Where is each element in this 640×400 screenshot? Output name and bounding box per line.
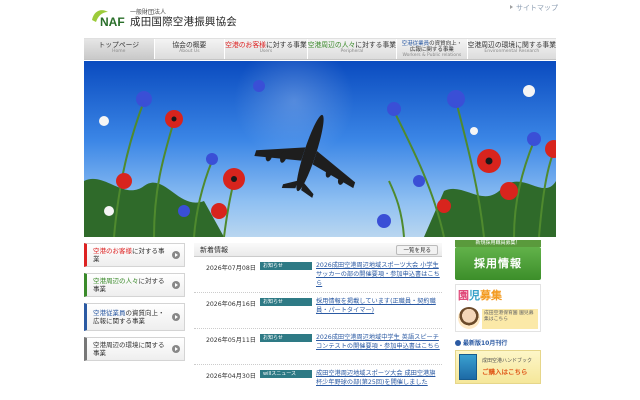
side-menu: 空港のお客様に対する事業 空港周辺の人々に対する事業 空港従業員の資質向上・広報…	[84, 243, 185, 367]
nursery-heading-b: 児	[469, 289, 480, 302]
hero-image	[84, 61, 556, 237]
news-title: 新着情報	[200, 246, 228, 254]
news-link[interactable]: 採用情報を掲載しています(正職員・契約職員・パートタイマー)	[316, 297, 440, 315]
nav-peripheral[interactable]: 空港周辺の人々に対する事業 Peripheral	[308, 39, 398, 59]
news-item: 2026年07月08日 お知らせ 2026成田空港周辺地域スポーツ大会 小学生サ…	[194, 257, 442, 293]
news-section: 新着情報 一覧を見る 2026年07月08日 お知らせ 2026成田空港周辺地域…	[194, 243, 442, 400]
global-nav: トップページ Home 協会の概要 About Us 空港のお客様に対する事業 …	[84, 38, 556, 60]
nav-about-label: 協会の概要	[172, 41, 207, 49]
nav-home-en: Home	[112, 49, 126, 54]
side-item-environment-label: 空港周辺の環境に関する事業	[93, 341, 165, 357]
bullet-icon	[455, 340, 461, 346]
news-all-button[interactable]: 一覧を見る	[396, 245, 438, 255]
side-item-users[interactable]: 空港のお客様に対する事業	[84, 243, 185, 267]
news-date: 2026年04月30日	[205, 373, 256, 380]
nav-workers-en: Workers & Public relations	[402, 53, 462, 58]
side-item-users-label: 空港のお客様に対する事業	[93, 247, 170, 263]
side-item-peripheral-label: 空港周辺の人々に対する事業	[93, 277, 170, 293]
side-item-environment[interactable]: 空港周辺の環境に関する事業	[84, 337, 185, 361]
logo-mark-text: NAF	[100, 15, 125, 29]
news-date: 2026年07月08日	[205, 265, 256, 272]
nav-about[interactable]: 協会の概要 About Us	[155, 39, 226, 59]
side-item-workers-highlight: 空港従業員	[93, 309, 126, 317]
nav-peripheral-en: Peripheral	[340, 49, 364, 54]
monthly-label: 最新版10月刊行	[455, 338, 541, 350]
news-link[interactable]: 2026成田空港周辺地域中学生 英語スピーチコンテストの開催要項・参加申込書はこ…	[316, 333, 440, 351]
nav-peripheral-label: 空港周辺の人々に対する事業	[308, 41, 396, 49]
news-category: willスニュース	[260, 370, 312, 378]
arrow-right-icon	[510, 5, 513, 9]
nav-users-highlight: 空港のお客様	[225, 41, 266, 49]
monthly-text: 最新版10月刊行	[463, 340, 508, 347]
nursery-banner[interactable]: 園児募集 成田空港保育園 園児募集はこちら	[455, 284, 541, 332]
side-item-peripheral[interactable]: 空港周辺の人々に対する事業	[84, 273, 185, 297]
news-category: お知らせ	[260, 262, 312, 270]
nav-environment[interactable]: 空港周辺の環境に関する事業 Environmental Research	[468, 39, 556, 59]
side-item-workers-label: 空港従業員の資質向上・広報に関する事業	[93, 309, 170, 325]
nursery-heading-a: 園	[458, 289, 469, 302]
nursery-text: 成田空港保育園 園児募集はこちら	[482, 309, 538, 329]
nursery-heading: 園児募集	[458, 287, 502, 303]
news-date: 2026年06月16日	[205, 301, 256, 308]
side-item-workers[interactable]: 空港従業員の資質向上・広報に関する事業	[84, 303, 185, 331]
news-date: 2026年05月11日	[205, 337, 256, 344]
recruit-banner[interactable]: 採用情報	[455, 247, 541, 280]
nav-users-en: Users	[259, 49, 273, 54]
nav-about-en: About Us	[179, 49, 200, 54]
chevron-right-icon	[172, 313, 180, 321]
nav-users-rest: に対する事業	[265, 41, 307, 49]
nav-peripheral-highlight: 空港周辺の人々	[307, 41, 356, 49]
news-header: 新着情報 一覧を見る	[194, 243, 442, 257]
nav-users[interactable]: 空港のお客様に対する事業 Users	[225, 39, 308, 59]
news-category: お知らせ	[260, 298, 312, 306]
nav-environment-en: Environmental Research	[484, 49, 540, 54]
hero-illustration	[84, 61, 556, 237]
news-link[interactable]: 成田空港周辺地域スポーツ大会 成田空港旗杯少年野球の部(第25回)を開催しました	[316, 369, 440, 387]
news-category: お知らせ	[260, 334, 312, 342]
recruit-notice: 新規採用職員募集！	[455, 240, 541, 247]
handbook-banner[interactable]: 成田空港ハンドブック ご購入はこちら	[455, 350, 541, 384]
nav-users-label: 空港のお客様に対する事業	[225, 41, 307, 49]
news-item: 2026年06月16日 お知らせ 採用情報を掲載しています(正職員・契約職員・パ…	[194, 293, 442, 329]
handbook-title: 成田空港ハンドブック	[482, 358, 533, 364]
nav-workers[interactable]: 空港従業員の資質向上・ 広報に関する事業 Workers & Public re…	[397, 39, 468, 59]
chevron-right-icon	[172, 251, 180, 259]
book-icon	[459, 354, 477, 380]
logo-name: 成田国際空港振興協会	[130, 16, 237, 28]
news-item: 2026年05月11日 お知らせ 2026成田空港周辺地域中学生 英語スピーチコ…	[194, 329, 442, 365]
nursery-heading-c: 募集	[480, 289, 502, 302]
sitemap-link[interactable]: サイトマップ	[510, 3, 558, 13]
header: NAF 一般財団法人 成田国際空港振興協会 サイトマップ	[0, 0, 640, 38]
child-photo-icon	[458, 307, 480, 329]
side-item-users-highlight: 空港のお客様	[93, 247, 132, 255]
news-item: 2026年04月30日 willスニュース 成田空港周辺地域スポーツ大会 成田空…	[194, 365, 442, 400]
nav-peripheral-rest: に対する事業	[355, 41, 397, 49]
chevron-right-icon	[172, 281, 180, 289]
nav-home-label: トップページ	[98, 41, 140, 49]
nav-home[interactable]: トップページ Home	[84, 39, 155, 59]
site-logo[interactable]: NAF 一般財団法人 成田国際空港振興協会	[90, 4, 250, 32]
side-item-peripheral-highlight: 空港周辺の人々	[93, 277, 139, 285]
naf-logo-icon: NAF	[92, 10, 125, 29]
sitemap-label: サイトマップ	[516, 4, 558, 12]
handbook-purchase: ご購入はこちら	[482, 368, 528, 376]
news-link[interactable]: 2026成田空港周辺地域スポーツ大会 小学生サッカーの部の開催要項・参加申込書は…	[316, 261, 440, 288]
nav-environment-label: 空港周辺の環境に関する事業	[467, 41, 557, 49]
chevron-right-icon	[172, 345, 180, 353]
